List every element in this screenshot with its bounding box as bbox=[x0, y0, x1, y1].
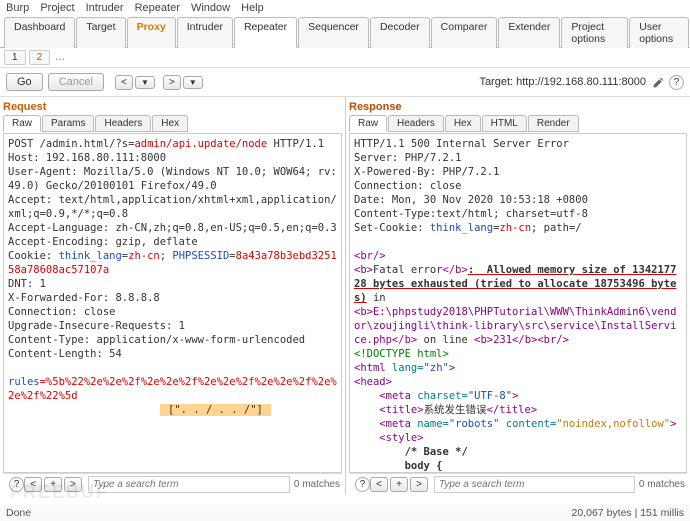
menu-project[interactable]: Project bbox=[40, 2, 74, 14]
menu-help[interactable]: Help bbox=[241, 2, 264, 14]
tab-target[interactable]: Target bbox=[76, 17, 125, 48]
repeater-tabs: 1 2 ... bbox=[0, 48, 690, 68]
toolbar: Go Cancel < ▼ > ▼ Target: http://192.168… bbox=[0, 68, 690, 97]
menu-window[interactable]: Window bbox=[191, 2, 230, 14]
menu-repeater[interactable]: Repeater bbox=[135, 2, 180, 14]
response-search-input[interactable] bbox=[434, 476, 635, 493]
tab-dashboard[interactable]: Dashboard bbox=[4, 17, 75, 48]
request-tab-params[interactable]: Params bbox=[42, 115, 94, 132]
decoded-highlight: [". . / . . /"] bbox=[160, 404, 271, 416]
history-prev-button[interactable]: < bbox=[115, 75, 133, 90]
history-next-dropdown[interactable]: ▼ bbox=[183, 76, 203, 89]
history-prev-dropdown[interactable]: ▼ bbox=[135, 76, 155, 89]
status-bar: Done 20,067 bytes | 151 millis bbox=[0, 505, 690, 521]
response-tab-headers[interactable]: Headers bbox=[388, 115, 444, 132]
edit-target-icon[interactable] bbox=[652, 76, 665, 89]
response-header: Response bbox=[349, 97, 687, 115]
request-header: Request bbox=[3, 97, 342, 115]
search-add-button[interactable]: + bbox=[390, 477, 408, 492]
go-button[interactable]: Go bbox=[6, 73, 43, 91]
main-tabs: Dashboard Target Proxy Intruder Repeater… bbox=[0, 16, 690, 48]
status-bytes: 20,067 bytes | 151 millis bbox=[572, 507, 684, 519]
tab-comparer[interactable]: Comparer bbox=[431, 17, 498, 48]
tab-user-options[interactable]: User options bbox=[629, 17, 689, 48]
tab-intruder[interactable]: Intruder bbox=[177, 17, 233, 48]
response-match-count: 0 matches bbox=[639, 479, 685, 490]
target-label: Target: http://192.168.80.111:8000 bbox=[479, 76, 646, 88]
repeater-tab-2[interactable]: 2 bbox=[29, 50, 51, 65]
response-tab-html[interactable]: HTML bbox=[482, 115, 527, 132]
tab-proxy[interactable]: Proxy bbox=[127, 17, 176, 48]
status-done: Done bbox=[6, 507, 31, 519]
repeater-tab-add[interactable]: ... bbox=[53, 50, 67, 65]
request-match-count: 0 matches bbox=[294, 479, 340, 490]
history-next-button[interactable]: > bbox=[163, 75, 181, 90]
menu-intruder[interactable]: Intruder bbox=[86, 2, 124, 14]
tab-decoder[interactable]: Decoder bbox=[370, 17, 430, 48]
response-body[interactable]: HTTP/1.1 500 Internal Server Error Serve… bbox=[349, 133, 687, 473]
help-button[interactable]: ? bbox=[669, 75, 684, 90]
request-search-input[interactable] bbox=[88, 476, 290, 493]
tab-extender[interactable]: Extender bbox=[498, 17, 560, 48]
tab-repeater[interactable]: Repeater bbox=[234, 17, 297, 48]
request-tab-headers[interactable]: Headers bbox=[95, 115, 151, 132]
repeater-tab-1[interactable]: 1 bbox=[4, 50, 26, 65]
request-tab-raw[interactable]: Raw bbox=[3, 115, 41, 132]
tab-project-options[interactable]: Project options bbox=[561, 17, 628, 48]
request-body[interactable]: POST /admin.html/?s=admin/api.update/nod… bbox=[3, 133, 342, 473]
search-next-button[interactable]: > bbox=[64, 477, 82, 492]
menu-burp[interactable]: Burp bbox=[6, 2, 29, 14]
search-prev-button[interactable]: < bbox=[24, 477, 42, 492]
tab-sequencer[interactable]: Sequencer bbox=[298, 17, 369, 48]
search-add-button[interactable]: + bbox=[44, 477, 62, 492]
request-tab-hex[interactable]: Hex bbox=[152, 115, 188, 132]
cancel-button[interactable]: Cancel bbox=[48, 73, 104, 91]
search-options-button[interactable]: ? bbox=[9, 477, 24, 492]
search-options-button[interactable]: ? bbox=[355, 477, 370, 492]
response-tab-raw[interactable]: Raw bbox=[349, 115, 387, 132]
response-tab-render[interactable]: Render bbox=[528, 115, 579, 132]
menu-bar: Burp Project Intruder Repeater Window He… bbox=[0, 0, 690, 16]
response-tab-hex[interactable]: Hex bbox=[445, 115, 481, 132]
search-prev-button[interactable]: < bbox=[370, 477, 388, 492]
search-next-button[interactable]: > bbox=[410, 477, 428, 492]
